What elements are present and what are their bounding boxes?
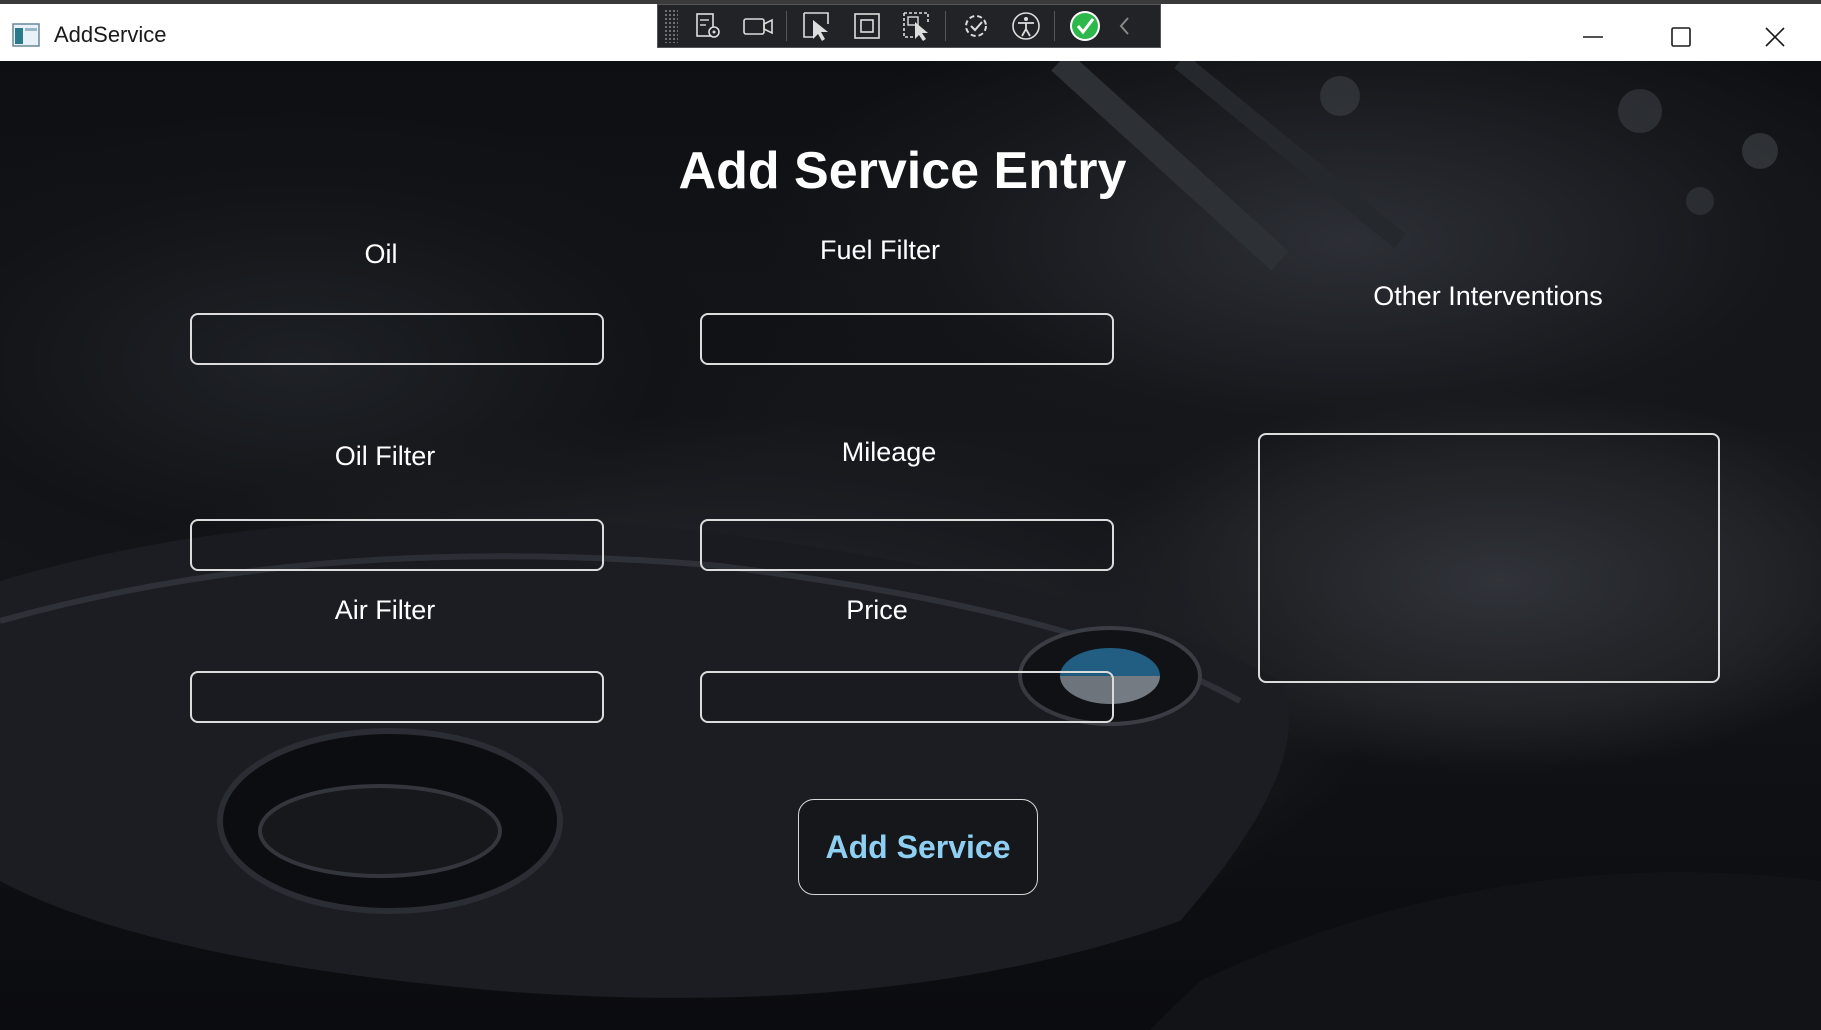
hot-reload-button[interactable] xyxy=(956,6,996,46)
toolbar-separator xyxy=(945,11,946,41)
display-layout-adorners-button[interactable] xyxy=(847,6,887,46)
other-interventions-label: Other Interventions xyxy=(1373,281,1603,311)
page-title: Add Service Entry xyxy=(678,142,1127,200)
live-visual-tree-button[interactable] xyxy=(688,6,728,46)
close-icon xyxy=(1765,26,1785,47)
air-filter-label: Air Filter xyxy=(334,595,436,625)
price-input[interactable] xyxy=(700,671,1114,723)
record-icon xyxy=(743,18,773,35)
toolbar-separator xyxy=(1054,11,1055,41)
binding-failures-ok-icon xyxy=(1070,11,1100,41)
close-button[interactable] xyxy=(1730,8,1820,65)
fuel-filter-label: Fuel Filter xyxy=(819,235,941,265)
maximize-button[interactable] xyxy=(1636,8,1726,65)
add-service-button[interactable]: Add Service xyxy=(798,799,1038,895)
binding-failures-button[interactable] xyxy=(1065,6,1105,46)
oil-label: Oil xyxy=(364,239,398,269)
xaml-devtools-toolbar xyxy=(657,4,1161,48)
air-filter-input[interactable] xyxy=(190,671,604,723)
track-focus-button[interactable] xyxy=(897,6,937,46)
price-label: Price xyxy=(846,595,908,625)
hot-reload-icon xyxy=(965,15,987,37)
select-element-button[interactable] xyxy=(797,6,837,46)
maximize-icon xyxy=(1671,26,1691,47)
collapse-chevron-icon xyxy=(1119,17,1129,35)
track-focus-icon xyxy=(903,12,929,41)
minimize-icon xyxy=(1583,35,1603,38)
app-icon xyxy=(12,23,40,47)
accessibility-checker-button[interactable] xyxy=(1006,6,1046,46)
display-layout-adorners-icon xyxy=(854,13,880,39)
collapse-toolbar-button[interactable] xyxy=(1109,6,1139,46)
other-interventions-textarea[interactable] xyxy=(1258,433,1720,683)
record-button[interactable] xyxy=(738,6,778,46)
mileage-label: Mileage xyxy=(841,437,937,467)
select-element-icon xyxy=(803,12,829,41)
toolbar-separator xyxy=(786,11,787,41)
toolbar-grip[interactable] xyxy=(664,9,678,43)
mileage-input[interactable] xyxy=(700,519,1114,571)
oil-filter-label: Oil Filter xyxy=(334,441,436,471)
app-window: AddService Add Service Entry Oil Fuel Fi… xyxy=(0,0,1821,1030)
window-title: AddService xyxy=(54,22,167,47)
accessibility-icon xyxy=(1012,12,1040,40)
live-visual-tree-icon xyxy=(696,13,720,38)
fuel-filter-input[interactable] xyxy=(700,313,1114,365)
main-content: Add Service Entry Oil Fuel Filter Oil Fi… xyxy=(0,61,1821,1030)
oil-input[interactable] xyxy=(190,313,604,365)
oil-filter-input[interactable] xyxy=(190,519,604,571)
minimize-button[interactable] xyxy=(1548,8,1638,65)
